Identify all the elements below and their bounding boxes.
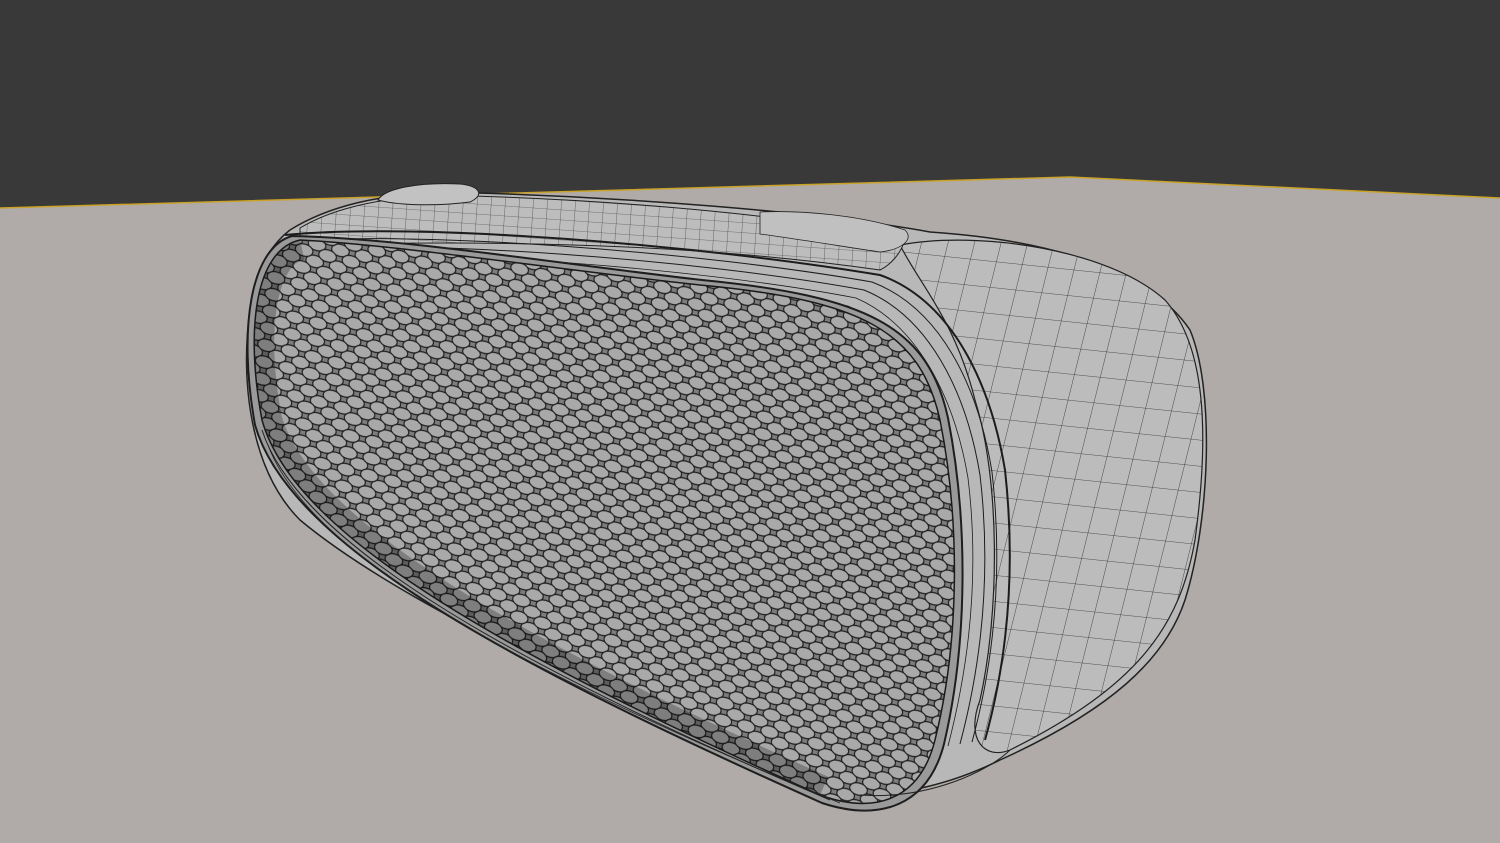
3d-viewport[interactable] <box>0 0 1500 843</box>
